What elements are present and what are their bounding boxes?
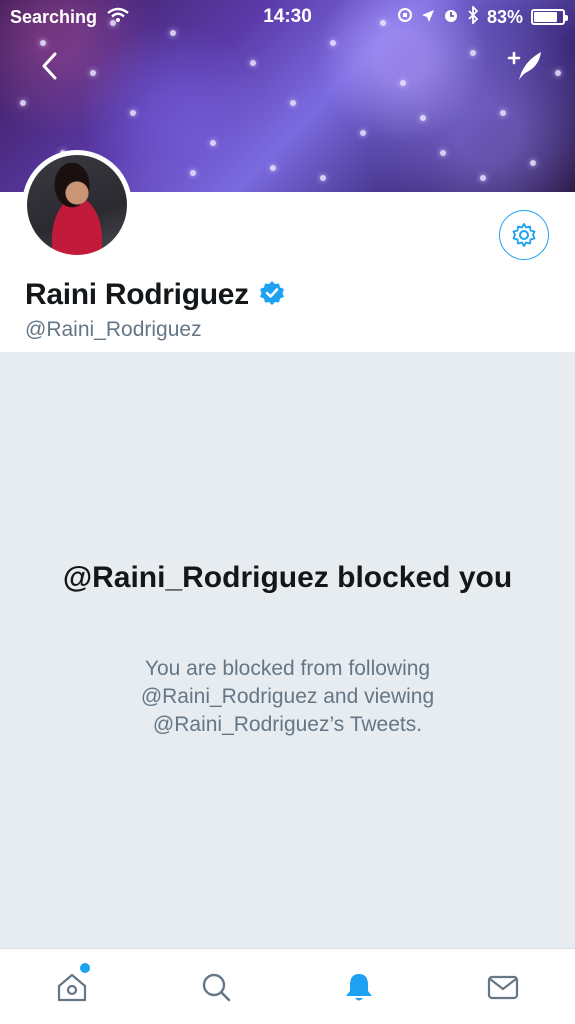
verified-badge-icon	[259, 280, 285, 311]
profile-display-name: Raini Rodriguez	[25, 278, 249, 311]
blocked-title: @Raini_Rodriguez blocked you	[62, 561, 513, 594]
gear-icon	[512, 223, 536, 247]
tab-bar	[0, 948, 575, 1024]
bluetooth-icon	[467, 4, 479, 29]
profile-handle: @Raini_Rodriguez	[25, 318, 202, 341]
blocked-notice: @Raini_Rodriguez blocked you You are blo…	[0, 352, 575, 948]
rotation-lock-icon	[397, 7, 413, 28]
home-unread-badge	[80, 963, 90, 973]
back-button[interactable]	[34, 48, 64, 84]
tab-search[interactable]	[144, 949, 288, 1024]
tab-home[interactable]	[0, 949, 144, 1024]
profile-avatar[interactable]	[22, 150, 132, 260]
status-bar: Searching 14:30 83%	[0, 0, 575, 34]
profile-settings-button[interactable]	[499, 210, 549, 260]
tab-notifications[interactable]	[288, 949, 432, 1024]
alarm-icon	[443, 7, 459, 28]
compose-tweet-icon	[507, 51, 541, 80]
search-icon	[202, 973, 230, 1001]
home-icon	[57, 973, 86, 1001]
chevron-left-icon	[42, 52, 57, 80]
compose-tweet-button[interactable]	[505, 46, 545, 86]
battery-percent: 83%	[486, 6, 523, 27]
location-icon	[421, 7, 435, 28]
blocked-description: You are blocked from following @Raini_Ro…	[140, 657, 435, 736]
battery-icon	[531, 9, 568, 25]
messages-icon	[488, 975, 519, 999]
tab-messages[interactable]	[431, 949, 575, 1024]
notifications-icon	[346, 973, 373, 1000]
